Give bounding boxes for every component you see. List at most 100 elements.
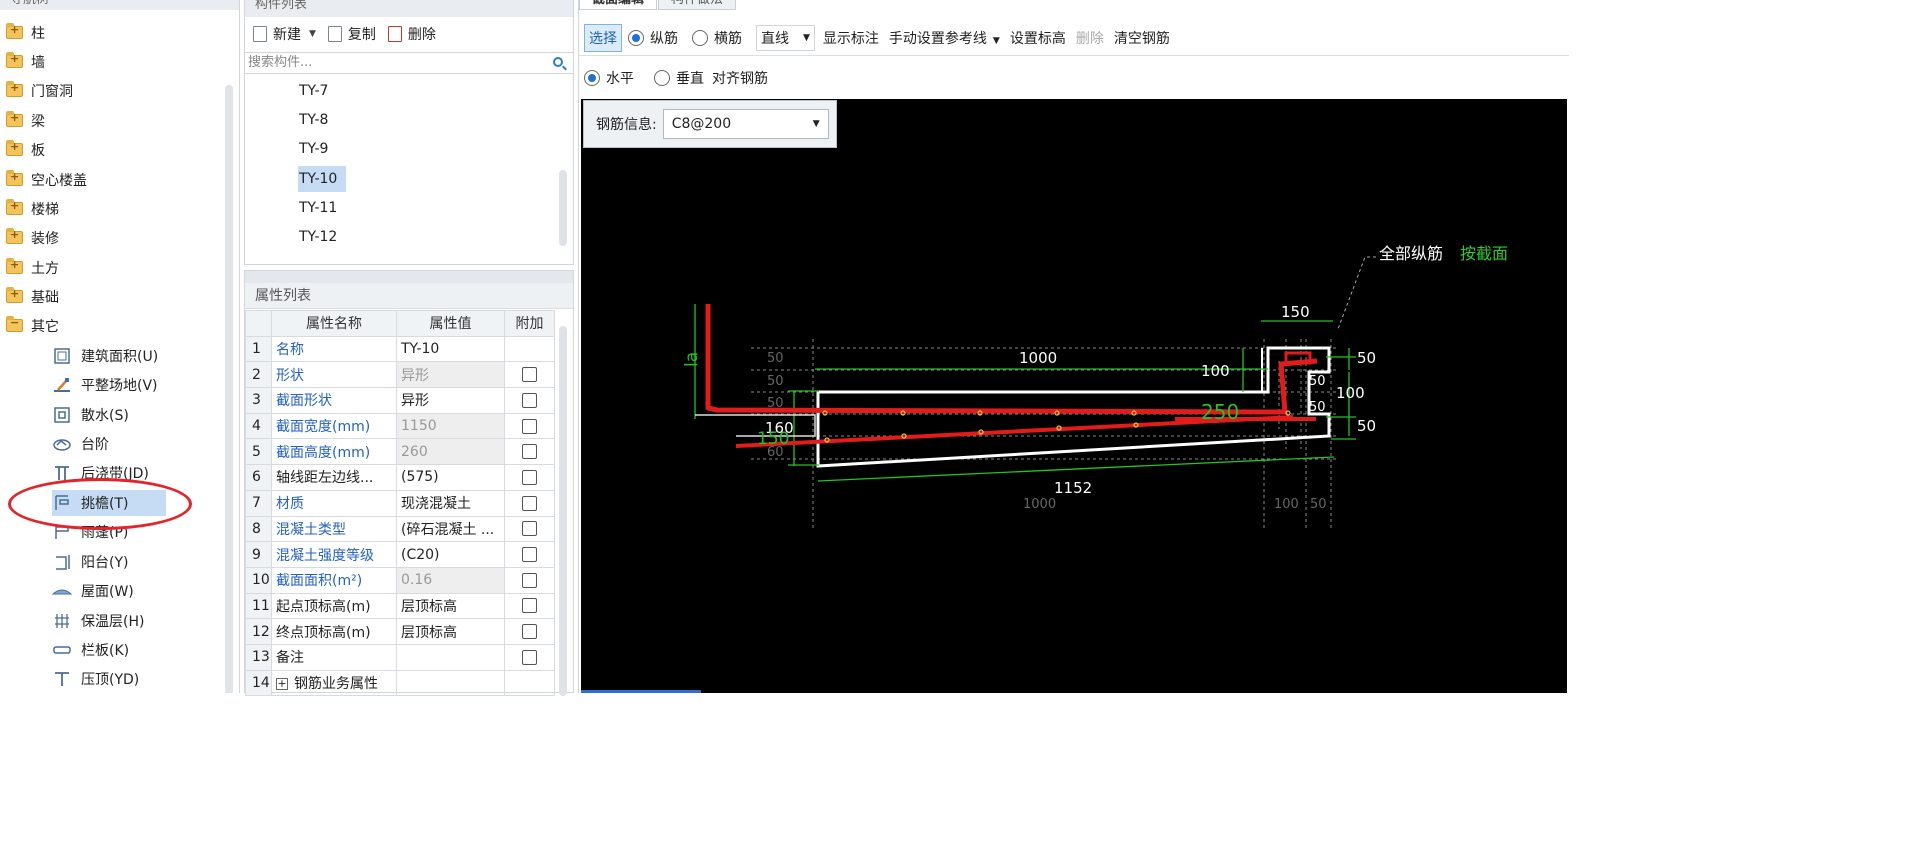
tab-component-method[interactable]: 构件做法 (658, 0, 737, 10)
component-item[interactable]: TY-12 (298, 224, 346, 250)
chevron-down-icon: ▼ (992, 35, 1000, 46)
property-value[interactable] (396, 669, 505, 697)
property-row[interactable]: 1 名称 TY-10 (245, 335, 555, 363)
property-row[interactable]: 14 + 钢筋业务属性 (245, 669, 555, 697)
checkbox[interactable] (522, 649, 537, 665)
property-value[interactable]: 1150 (396, 412, 505, 440)
anchor-line (695, 414, 816, 437)
set-elevation-button[interactable]: 设置标高 (1010, 28, 1066, 48)
property-row[interactable]: 8 混凝土类型 (碎石混凝土 ... (245, 515, 555, 543)
tree-item-foundation[interactable]: 基础 (0, 282, 224, 311)
tree-item-wall[interactable]: 墙 (0, 47, 224, 76)
tree-item-decoration[interactable]: 装修 (0, 223, 224, 252)
navigation-tree-panel: 导航树 柱 墙 门窗洞 梁 板 空心楼盖 楼梯 装修 土方 基础 其它 建筑面积… (0, 0, 240, 693)
property-name: 形状 (271, 361, 397, 389)
checkbox[interactable] (522, 367, 537, 383)
rebar-line (705, 304, 1318, 415)
tree-child-balcony[interactable]: 阳台(Y) (0, 547, 224, 576)
property-value[interactable]: 0.16 (396, 566, 505, 594)
tree-child-building-area[interactable]: 建筑面积(U) (0, 341, 224, 370)
property-value[interactable]: (575) (396, 464, 505, 491)
property-row[interactable]: 13 备注 (245, 643, 555, 671)
component-item-selected[interactable]: TY-10 (298, 166, 346, 192)
property-value[interactable]: 异形 (396, 361, 505, 389)
property-row[interactable]: 12 终点顶标高(m) 层顶标高 (245, 618, 555, 645)
tree-child-roof[interactable]: 屋面(W) (0, 576, 224, 605)
property-row[interactable]: 4 截面宽度(mm) 1150 (245, 412, 555, 440)
checkbox[interactable] (522, 469, 537, 485)
copy-button[interactable]: 复制 (326, 22, 382, 46)
property-row[interactable]: 10 截面面积(m²) 0.16 (245, 566, 555, 594)
tree-item-column[interactable]: 柱 (0, 18, 224, 47)
property-value[interactable] (396, 643, 505, 671)
property-row[interactable]: 2 形状 异形 (245, 361, 555, 389)
row-number: 8 (245, 515, 272, 543)
property-row[interactable]: 6 轴线距左边线... (575) (245, 464, 555, 491)
property-value[interactable]: 异形 (396, 387, 505, 414)
checkbox[interactable] (522, 495, 537, 511)
property-row[interactable]: 7 材质 现浇混凝土 (245, 489, 555, 517)
property-row[interactable]: 11 起点顶标高(m) 层顶标高 (245, 592, 555, 620)
delete-rebar-button[interactable]: 删除 (1076, 28, 1104, 48)
property-row[interactable]: 9 混凝土强度等级 (C20) (245, 541, 555, 568)
checkbox[interactable] (522, 521, 537, 537)
delete-button[interactable]: 删除 (386, 22, 442, 46)
section-drawing-canvas[interactable]: 钢筋信息: C8@200 ▼ 150 1000 100 160 1152 50 … (581, 99, 1567, 693)
property-value[interactable]: (C20) (396, 541, 505, 568)
property-value[interactable]: 层顶标高 (396, 618, 505, 645)
checkbox[interactable] (522, 598, 537, 614)
tree-child-coping[interactable]: 压顶(YD) (0, 664, 224, 693)
checkbox[interactable] (522, 547, 537, 563)
line-mode-dropdown[interactable]: 直线 ▼ (756, 24, 815, 51)
new-button[interactable]: 新建 ▼ (251, 22, 322, 46)
align-rebar-button[interactable]: 对齐钢筋 (712, 68, 768, 88)
show-annotation-button[interactable]: 显示标注 (823, 28, 879, 48)
component-item[interactable]: TY-7 (298, 78, 346, 104)
note-all-longitudinal: 全部纵筋 (1379, 244, 1443, 263)
horizontal-radio[interactable]: 水平 (584, 68, 634, 88)
tree-item-hollow-floor[interactable]: 空心楼盖 (0, 165, 224, 194)
tree-child-steps[interactable]: 台阶 (0, 429, 224, 458)
property-value[interactable]: 层顶标高 (396, 592, 505, 620)
component-item[interactable]: TY-8 (298, 107, 346, 133)
property-value[interactable]: 260 (396, 438, 505, 466)
property-value[interactable]: TY-10 (396, 335, 505, 363)
component-item[interactable]: TY-11 (298, 195, 346, 221)
manual-ref-line-button[interactable]: 手动设置参考线 ▼ (889, 28, 1000, 48)
canvas-scroll-indicator[interactable] (581, 690, 701, 693)
nav-scrollbar[interactable] (225, 85, 233, 693)
rebar-info-dropdown[interactable]: C8@200 ▼ (662, 109, 829, 139)
transverse-radio[interactable]: 横筋 (692, 28, 742, 48)
longitudinal-radio[interactable]: 纵筋 (628, 28, 678, 48)
property-list-scrollbar[interactable] (559, 326, 567, 696)
search-input[interactable]: 搜索构件... (245, 52, 573, 74)
tree-item-slab[interactable]: 板 (0, 135, 224, 164)
checkbox[interactable] (522, 392, 537, 408)
expand-icon[interactable]: + (276, 677, 288, 690)
property-row[interactable]: 5 截面高度(mm) 260 (245, 438, 555, 466)
tree-item-earthwork[interactable]: 土方 (0, 253, 224, 282)
checkbox[interactable] (522, 418, 537, 434)
component-item[interactable]: TY-9 (298, 136, 346, 162)
checkbox[interactable] (522, 444, 537, 460)
dim-bottom-1000: 1000 (1023, 497, 1056, 512)
tree-child-apron[interactable]: 散水(S) (0, 400, 224, 429)
vertical-radio[interactable]: 垂直 (654, 68, 704, 88)
tree-item-other[interactable]: 其它 (0, 311, 224, 340)
property-value[interactable]: (碎石混凝土 ... (396, 515, 505, 543)
checkbox[interactable] (522, 572, 537, 588)
row-number: 3 (245, 387, 272, 414)
tree-item-beam[interactable]: 梁 (0, 106, 224, 135)
property-row[interactable]: 3 截面形状 异形 (245, 387, 555, 414)
tree-child-insulation[interactable]: 保温层(H) (0, 606, 224, 635)
tree-child-site-leveling[interactable]: 平整场地(V) (0, 370, 224, 399)
tree-child-parapet[interactable]: 栏板(K) (0, 635, 224, 664)
tree-item-door-window-opening[interactable]: 门窗洞 (0, 76, 224, 105)
checkbox[interactable] (522, 624, 537, 640)
component-list-scrollbar[interactable] (559, 170, 567, 246)
select-button[interactable]: 选择 (584, 23, 622, 52)
property-value[interactable]: 现浇混凝土 (396, 489, 505, 517)
tree-item-stairs[interactable]: 楼梯 (0, 194, 224, 223)
clear-rebar-button[interactable]: 清空钢筋 (1114, 28, 1170, 48)
tab-section-edit[interactable]: 截面编辑 (579, 0, 658, 10)
